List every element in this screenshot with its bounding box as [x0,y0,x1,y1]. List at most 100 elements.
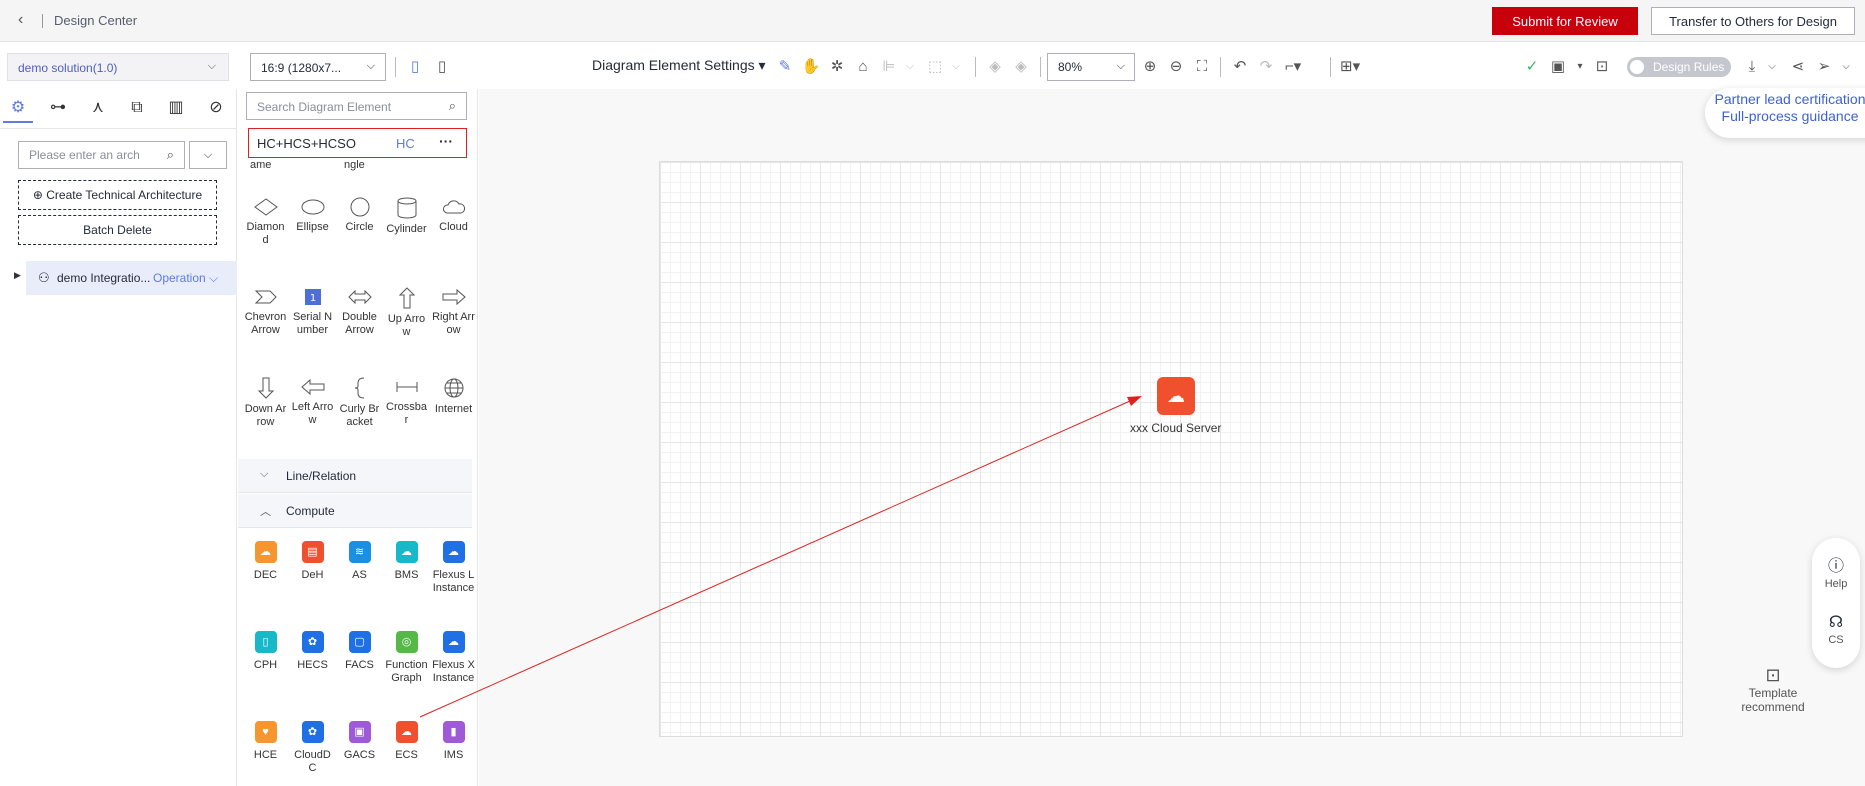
chevron-down-icon[interactable]: ⌵ [900,57,920,77]
layout-right-panel-icon[interactable]: ▯ [432,57,452,77]
chevron-down-icon: ⌵ [203,149,213,161]
create-architecture-button[interactable]: ⊕ Create Technical Architecture [18,180,217,210]
preview-icon[interactable]: ⊡ [1592,57,1612,77]
service-gacs[interactable]: ▣ GACS [336,721,383,762]
service-hecs[interactable]: ✿ HECS [289,631,336,672]
service-functiongraph[interactable]: ◎ Function Graph [383,631,430,685]
zoom-out-icon[interactable]: ⊖ [1166,57,1186,77]
service-label-line-1: Flexus X [432,659,475,671]
zoom-select[interactable]: 80% ⌵ [1047,53,1135,81]
cloud-server-node-icon[interactable]: ☁ [1157,377,1195,415]
batch-delete-button[interactable]: Batch Delete [18,215,217,245]
shape-up-arrow[interactable]: Up Arro w [383,287,430,339]
cloud-type-filter[interactable]: HC+HCS+HCSO HC ··· [248,128,467,158]
save-icon[interactable]: ▣ [1548,57,1568,77]
shape-internet[interactable]: Internet [430,377,477,416]
service-deh[interactable]: ▤ DeH [289,541,336,582]
service-dec[interactable]: ☁ DEC [242,541,289,582]
shape-serial-number[interactable]: 1 Serial Number [289,287,336,337]
table-icon[interactable]: ⊞▾ [1340,57,1360,77]
submit-for-review-button[interactable]: Submit for Review [1492,7,1638,35]
section-compute[interactable]: ︿ Compute [238,494,472,528]
node-label[interactable]: xxx Cloud Server [1130,421,1221,435]
chevron-down-icon[interactable]: ▾ [1570,57,1590,77]
layer-up-icon[interactable]: ◈ [985,57,1005,77]
tab-tree-icon[interactable]: ⊶ [43,93,73,123]
shape-down-arrow[interactable]: Down Ar row [242,377,289,429]
tab-architecture-icon[interactable]: ⚙ [3,93,33,123]
send-icon[interactable]: ➢ [1814,57,1834,77]
operation-menu[interactable]: Operation ⌵ [153,271,218,286]
share-icon[interactable]: ⋖ [1788,57,1808,77]
chevron-down-icon[interactable]: ⌵ [1762,57,1782,77]
more-icon[interactable]: ··· [439,133,453,149]
shape-double-arrow[interactable]: Double Arrow [336,287,383,337]
shape-crossbar[interactable]: Crossba r [383,377,430,427]
caret-right-icon[interactable]: ▶ [14,270,21,281]
back-icon[interactable]: ‹ [18,12,34,28]
element-search-input[interactable]: Search Diagram Element ⌕ [246,92,467,120]
help-button[interactable]: ⓘ Help [1812,552,1860,590]
shape-chevron-arrow[interactable]: Chevron Arrow [242,287,289,337]
service-as[interactable]: ≋ AS [336,541,383,582]
connector-style-icon[interactable]: ⌐▾ [1283,57,1303,77]
group-icon[interactable]: ⬚ [925,57,945,77]
service-cph[interactable]: ▯ CPH [242,631,289,672]
tab-network-icon[interactable]: ⋏ [83,93,113,123]
shape-label-line-1: Cylinder [386,223,427,235]
tab-export-icon[interactable]: ⊘ [201,93,231,123]
filter-hc[interactable]: HC [396,136,415,151]
service-clouddc[interactable]: ✿ CloudD C [289,721,336,775]
diagram-element-settings[interactable]: Diagram Element Settings ▾ [592,57,766,74]
section-line-relation[interactable]: ⌵ Line/Relation [238,459,472,493]
layer-down-icon[interactable]: ◈ [1011,57,1031,77]
service-flexus-linstance[interactable]: ☁ Flexus L Instance [430,541,477,595]
hand-icon[interactable]: ✋ [801,57,821,77]
align-icon[interactable]: ⊫ [879,57,899,77]
design-rules-toggle[interactable]: Design Rules [1627,57,1731,77]
service-facs[interactable]: ▢ FACS [336,631,383,672]
undo-icon[interactable]: ↶ [1230,57,1250,77]
shape-cylinder[interactable]: Cylinder [383,197,430,236]
chevron-down-icon[interactable]: ⌵ [1836,57,1856,77]
filter-hc-hcs-hcso[interactable]: HC+HCS+HCSO [257,136,356,151]
shape-left-arrow[interactable]: Left Arro w [289,377,336,427]
tab-layout-icon[interactable]: ▥ [161,93,191,123]
search-icon[interactable]: ⌕ [449,98,456,114]
drawing-canvas[interactable] [659,161,1683,737]
template-recommend-button[interactable]: ⊡ Template recommend [1733,666,1813,714]
shape-label-line-1: Cloud [439,221,468,233]
fit-screen-icon[interactable]: ⛶ [1192,57,1212,77]
filter-dropdown[interactable]: ⌵ [189,141,227,169]
tab-flow-icon[interactable]: ⧉ [122,93,152,123]
partner-guidance-widget[interactable]: Partner lead certification Full-process … [1705,88,1865,138]
canvas-ratio-select[interactable]: 16:9 (1280x7... ⌵ [250,53,386,81]
solution-select[interactable]: demo solution(1.0) ⌵ [7,53,229,81]
magic-select-icon[interactable]: ✲ [827,57,847,77]
service-flexus-xinstance[interactable]: ☁ Flexus X Instance [430,631,477,685]
customer-service-button[interactable]: ☊ CS [1812,612,1860,646]
pen-icon[interactable]: ✎ [775,57,795,77]
redo-icon[interactable]: ↷ [1256,57,1276,77]
download-icon[interactable]: ⤓ [1742,57,1762,77]
service-label-line-1: BMS [394,569,419,581]
shape-circle[interactable]: Circle [336,197,383,234]
shape-ellipse[interactable]: Ellipse [289,197,336,234]
architecture-search-input[interactable]: Please enter an arch ⌕ [18,141,185,169]
tree-item-solution[interactable]: ⚇ demo Integratio... Operation ⌵ [26,261,237,295]
shape-cloud[interactable]: Cloud [430,197,477,234]
service-ims[interactable]: ▮ IMS [430,721,477,762]
shape-diamond[interactable]: Diamon d [242,197,289,247]
shape-curly-bracket[interactable]: Curly Br acket [336,377,383,429]
zoom-in-icon[interactable]: ⊕ [1140,57,1160,77]
search-icon[interactable]: ⌕ [167,147,174,163]
check-icon[interactable]: ✓ [1522,57,1542,77]
format-painter-icon[interactable]: ⌂ [853,57,873,77]
service-bms[interactable]: ☁ BMS [383,541,430,582]
transfer-design-button[interactable]: Transfer to Others for Design [1651,7,1855,35]
chevron-down-icon[interactable]: ⌵ [946,57,966,77]
layout-left-panel-icon[interactable]: ▯ [405,57,425,77]
service-hce[interactable]: ♥ HCE [242,721,289,762]
service-ecs[interactable]: ☁ ECS [383,721,430,762]
shape-right-arrow[interactable]: Right Arr ow [430,287,477,337]
